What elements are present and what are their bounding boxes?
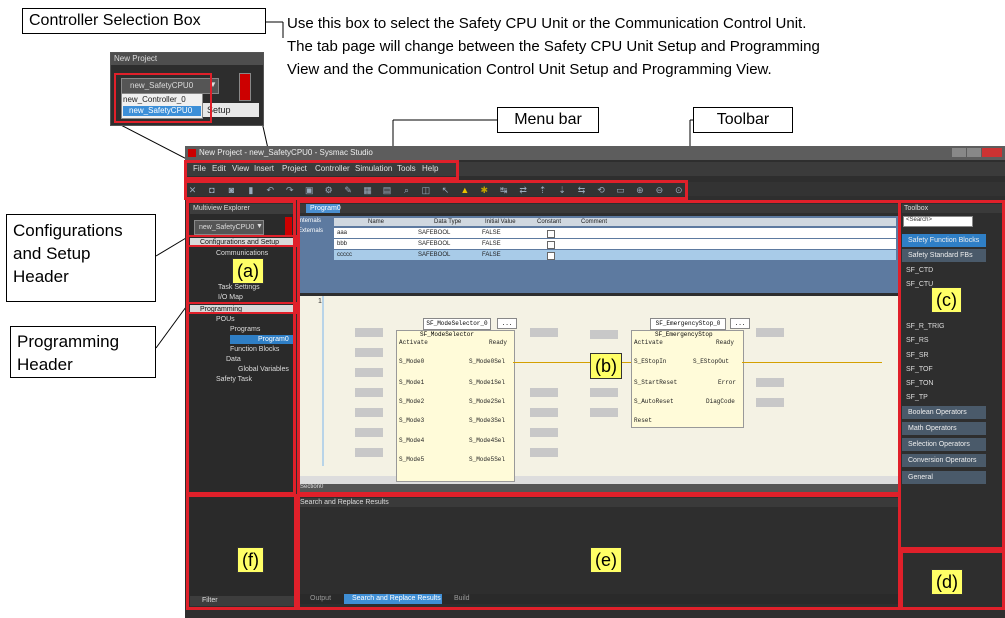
area-c-highlight: [898, 200, 1005, 550]
inset-status-indicator: [239, 73, 251, 101]
menu-bar-highlight: [184, 160, 459, 180]
window-title: New Project - new_SafetyCPU0 - Sysmac St…: [199, 148, 373, 157]
inset-title: New Project: [114, 54, 158, 63]
minimize-button[interactable]: [952, 148, 966, 157]
inset-title-bar: New Project: [111, 53, 263, 65]
close-button[interactable]: [982, 148, 1002, 157]
area-label-d: (d): [931, 569, 963, 595]
programming-header-highlight: [187, 302, 297, 314]
area-b-highlight: [297, 200, 901, 495]
area-label-e: (e): [590, 547, 622, 573]
area-label-b: (b): [590, 353, 622, 379]
app-icon: [188, 149, 196, 157]
inset-highlight-box: [114, 73, 212, 123]
area-label-a: (a): [232, 258, 264, 284]
maximize-button[interactable]: [967, 148, 981, 157]
config-header-highlight: [187, 235, 297, 247]
title-bar: New Project - new_SafetyCPU0 - Sysmac St…: [185, 146, 1005, 160]
area-label-f: (f): [237, 547, 264, 573]
area-label-c: (c): [931, 287, 962, 313]
toolbar-highlight: [184, 180, 688, 200]
